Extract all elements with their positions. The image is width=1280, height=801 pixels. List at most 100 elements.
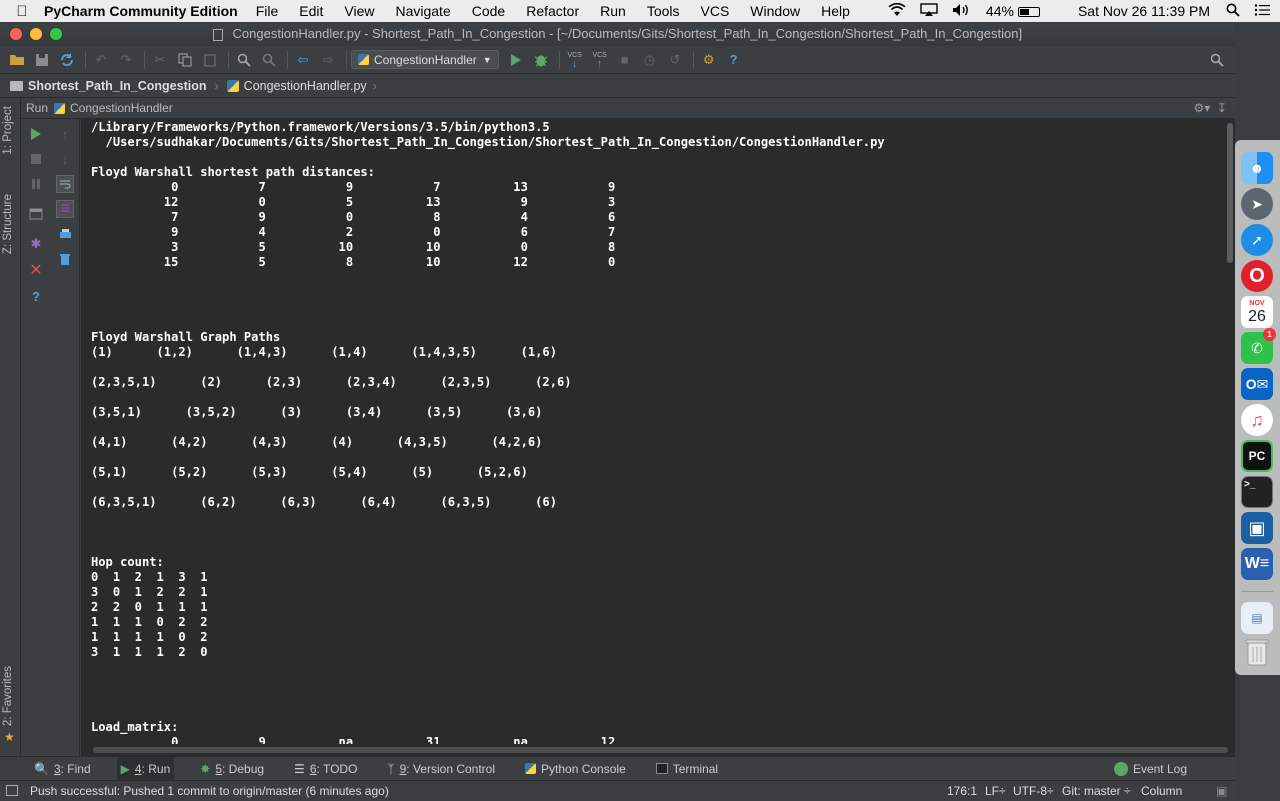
toggle-tool-windows-icon[interactable] (6, 785, 18, 796)
tool-tab-favorites[interactable]: 2: Favorites (2, 666, 14, 726)
menu-file[interactable]: File (256, 3, 279, 19)
help-icon[interactable]: ? (723, 50, 745, 70)
rerun-icon[interactable] (27, 125, 45, 143)
find-icon[interactable] (233, 50, 255, 70)
datetime[interactable]: Sat Nov 26 11:39 PM (1078, 3, 1210, 19)
cursor-position[interactable]: 176:1 (947, 781, 977, 801)
run-configuration-select[interactable]: CongestionHandler ▼ (351, 50, 499, 69)
open-folder-icon[interactable] (6, 50, 28, 70)
minimize-window-button[interactable] (30, 28, 42, 40)
forward-arrow-icon[interactable]: ⇨ (317, 50, 339, 70)
safari-icon[interactable]: ➚ (1241, 224, 1273, 256)
outlook-icon[interactable]: O✉ (1241, 368, 1273, 400)
tab-todo[interactable]: ☰ 6: TODO (290, 757, 361, 781)
volume-icon[interactable] (952, 3, 972, 20)
clear-all-trash-icon[interactable] (56, 250, 74, 268)
run-panel-config[interactable]: CongestionHandler (70, 101, 173, 115)
breadcrumb-project[interactable]: Shortest_Path_In_Congestion (28, 79, 207, 93)
replace-icon[interactable] (258, 50, 280, 70)
scroll-to-end-icon[interactable] (56, 200, 74, 218)
scrollbar-thumb[interactable] (1227, 123, 1233, 263)
word-icon[interactable]: W≡ (1241, 548, 1273, 580)
tab-python-console[interactable]: Python Console (521, 757, 630, 781)
app-name-menu[interactable]: PyCharm Community Edition (44, 3, 238, 19)
menu-tools[interactable]: Tools (647, 3, 680, 19)
scrollbar-thumb[interactable] (93, 747, 1228, 753)
calendar-icon[interactable]: NOV 26 (1241, 296, 1273, 328)
documents-stack-icon[interactable]: ▤ (1241, 602, 1273, 634)
console-output[interactable]: /Library/Frameworks/Python.framework/Ver… (81, 119, 1225, 744)
copy-icon[interactable] (174, 50, 196, 70)
history-icon[interactable]: ◷ (639, 50, 661, 70)
vcs-commit-icon[interactable]: VCS ↑ (589, 50, 611, 70)
notification-center-icon[interactable] (1254, 3, 1270, 20)
facetime-icon[interactable]: ✆ 1 (1241, 328, 1276, 364)
column-mode[interactable]: Column (1141, 781, 1182, 801)
lock-icon[interactable]: ■ (614, 50, 636, 70)
wifi-icon[interactable] (888, 2, 906, 20)
airplay-icon[interactable] (920, 2, 938, 20)
tab-debug[interactable]: ✸ 5: Debug (196, 757, 268, 781)
zoom-window-button[interactable] (50, 28, 62, 40)
undo-icon[interactable]: ↶ (90, 50, 112, 70)
terminal-icon[interactable]: >_ (1241, 476, 1273, 508)
vcs-update-icon[interactable]: VCS ↓ (564, 50, 586, 70)
up-arrow-icon[interactable]: ↑ (56, 125, 74, 143)
tool-tab-project[interactable]: 1: Project (2, 106, 14, 155)
stop-icon[interactable] (27, 150, 45, 168)
tool-tab-structure[interactable]: Z: Structure (2, 194, 14, 254)
close-window-button[interactable] (10, 28, 22, 40)
console-vertical-scrollbar[interactable] (1225, 119, 1235, 756)
sourcetree-icon[interactable]: ▣ (1241, 512, 1273, 544)
trash-icon[interactable] (1241, 636, 1273, 668)
menu-refactor[interactable]: Refactor (526, 3, 579, 19)
event-log-button[interactable]: Event Log (1113, 757, 1187, 781)
tab-terminal[interactable]: Terminal (652, 757, 722, 781)
menu-run[interactable]: Run (600, 3, 626, 19)
redo-icon[interactable]: ↷ (115, 50, 137, 70)
restore-layout-icon[interactable] (27, 205, 45, 223)
itunes-icon[interactable]: ♫ (1241, 404, 1273, 436)
lock-icon[interactable]: ▣ (1216, 781, 1227, 801)
revert-icon[interactable]: ↺ (664, 50, 686, 70)
close-run-icon[interactable]: ✕ (27, 261, 45, 279)
menu-vcs[interactable]: VCS (701, 3, 730, 19)
pin-icon[interactable]: ✱ (27, 235, 45, 253)
spotlight-icon[interactable] (1226, 3, 1240, 20)
apple-menu-icon[interactable]:  (0, 3, 44, 20)
tab-find[interactable]: 🔍 3: Find (30, 757, 95, 781)
panel-settings-gear-icon[interactable]: ⚙▾ ↧ (1193, 101, 1227, 115)
search-everywhere-icon[interactable] (1206, 50, 1228, 70)
cut-icon[interactable]: ✂ (149, 50, 171, 70)
opera-icon[interactable]: O (1241, 260, 1273, 292)
file-encoding[interactable]: UTF-8÷ (1013, 781, 1054, 801)
launchpad-icon[interactable]: ➤ (1241, 188, 1273, 220)
tab-run[interactable]: ▶ 4: Run (116, 756, 175, 781)
git-branch[interactable]: Git: master ÷ (1062, 781, 1131, 801)
pycharm-icon[interactable]: PC (1241, 440, 1273, 472)
save-all-icon[interactable] (31, 50, 53, 70)
menu-edit[interactable]: Edit (299, 3, 323, 19)
console-horizontal-scrollbar[interactable] (81, 744, 1228, 756)
paste-icon[interactable] (199, 50, 221, 70)
synchronize-icon[interactable] (56, 50, 78, 70)
menu-help[interactable]: Help (821, 3, 850, 19)
line-separator[interactable]: LF÷ (985, 781, 1006, 801)
help-icon[interactable]: ? (27, 287, 45, 305)
menu-window[interactable]: Window (750, 3, 800, 19)
down-arrow-icon[interactable]: ↓ (56, 150, 74, 168)
back-arrow-icon[interactable]: ⇦ (292, 50, 314, 70)
menu-navigate[interactable]: Navigate (395, 3, 450, 19)
finder-icon[interactable]: ☻ (1241, 152, 1273, 184)
soft-wrap-icon[interactable] (56, 175, 74, 193)
print-icon[interactable] (56, 225, 74, 243)
pause-icon[interactable] (27, 175, 45, 193)
debug-icon[interactable] (530, 50, 552, 70)
menu-view[interactable]: View (344, 3, 374, 19)
breadcrumb-file[interactable]: CongestionHandler.py (244, 79, 367, 93)
menu-code[interactable]: Code (472, 3, 505, 19)
battery-icon[interactable] (1017, 3, 1054, 19)
settings-wrench-icon[interactable]: ⚙ (698, 50, 720, 70)
run-icon[interactable] (505, 50, 527, 70)
status-message[interactable]: Push successful: Pushed 1 commit to orig… (30, 784, 389, 798)
